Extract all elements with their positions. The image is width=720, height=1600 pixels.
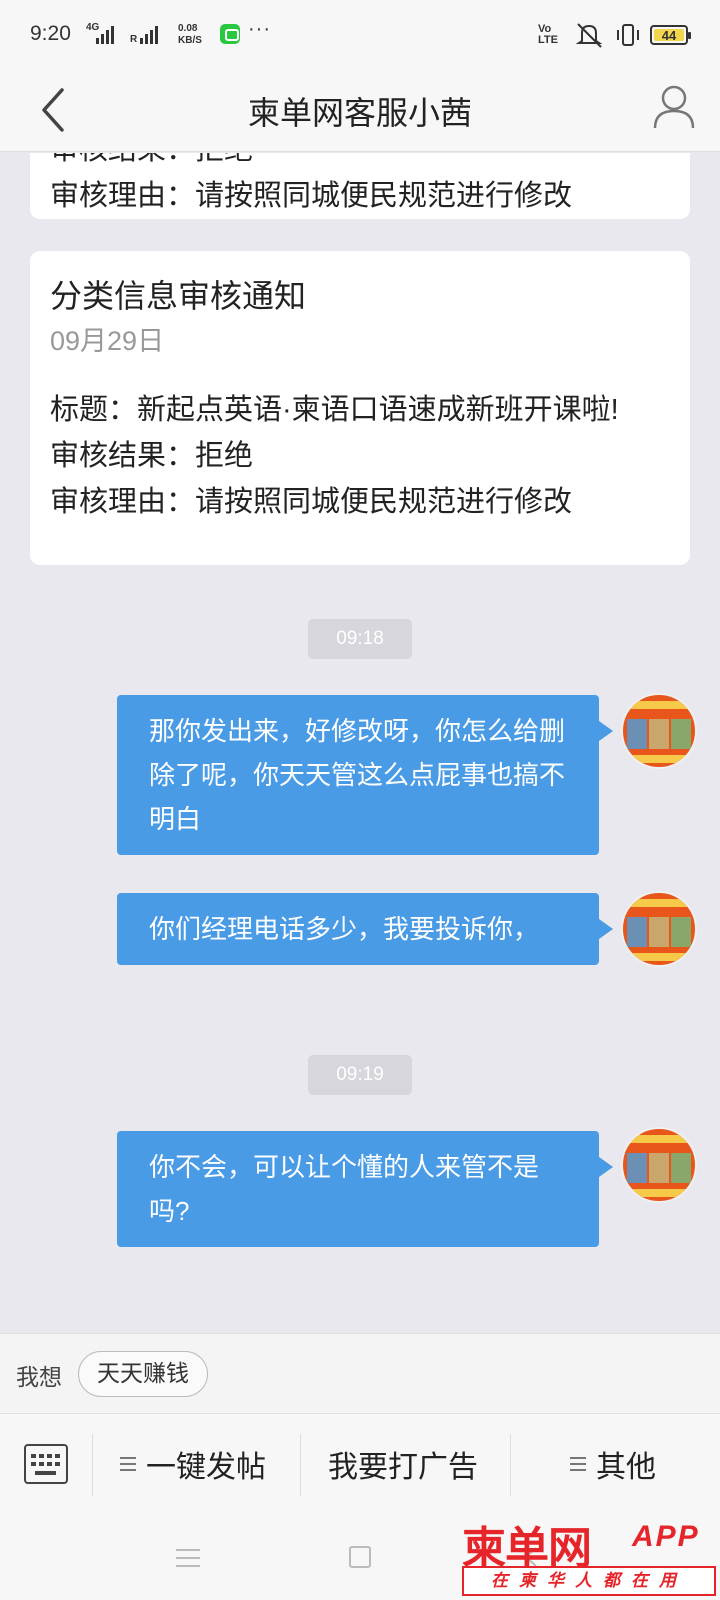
net-speed-value: 0.08 bbox=[178, 23, 198, 34]
card-date: 09月29日 bbox=[50, 326, 165, 356]
keyboard-icon[interactable] bbox=[24, 1444, 68, 1484]
audit-subject-row: 标题： 新起点英语·柬语口语速成新班开课啦! bbox=[50, 387, 670, 433]
user-avatar[interactable] bbox=[621, 1127, 697, 1203]
menu-advertise-button[interactable]: 我要打广告 bbox=[328, 1442, 478, 1486]
watermark-app: APP bbox=[632, 1520, 700, 1553]
audit-subject-value: 新起点英语·柬语口语速成新班开课啦! bbox=[137, 394, 619, 426]
brand-watermark: 柬单网 APP 在柬华人都在用 bbox=[462, 1512, 716, 1598]
vibrate-icon bbox=[617, 24, 639, 46]
more-notifications-icon: ··· bbox=[248, 18, 271, 40]
audit-result-label: 审核结果： bbox=[50, 153, 195, 173]
message-bubble[interactable]: 你们经理电话多少，我要投诉你， bbox=[117, 893, 613, 965]
status-bar: 9:20 4G R 0.08 KB/S ··· Vo LTE 44 bbox=[0, 0, 720, 70]
message-app-icon bbox=[220, 24, 240, 44]
audit-reason-value: 请按照同城便民规范进行修改 bbox=[195, 486, 573, 518]
timestamp-chip: 09:18 bbox=[308, 619, 412, 659]
profile-icon[interactable] bbox=[652, 82, 696, 132]
audit-card-partial: 审核结果： 拒绝 审核理由： 请按照同城便民规范进行修改 bbox=[30, 153, 690, 219]
audit-result-label: 审核结果： bbox=[50, 440, 196, 472]
audit-reason-label: 审核理由： bbox=[50, 180, 196, 212]
timestamp-chip: 09:19 bbox=[308, 1055, 412, 1095]
card-title: 分类信息审核通知 bbox=[50, 278, 307, 314]
audit-subject-label: 标题： bbox=[50, 394, 138, 426]
user-avatar[interactable] bbox=[621, 891, 697, 967]
menu-other-label: 其他 bbox=[596, 1451, 656, 1484]
menu-advertise-label: 我要打广告 bbox=[328, 1451, 478, 1484]
home-icon[interactable] bbox=[349, 1546, 371, 1568]
chat-header: 柬单网客服小茜 bbox=[0, 70, 720, 152]
menu-post-button[interactable]: 一键发帖 bbox=[120, 1442, 266, 1486]
menu-lines-icon bbox=[570, 1457, 586, 1471]
message-bubble[interactable]: 那你发出来，好修改呀，你怎么给删除了呢，你天天管这么点屁事也搞不明白 bbox=[117, 695, 613, 855]
audit-notice-card[interactable]: 分类信息审核通知 09月29日 标题： 新起点英语·柬语口语速成新班开课啦! 审… bbox=[30, 251, 690, 565]
menu-lines-icon bbox=[120, 1457, 136, 1471]
signal-icon bbox=[96, 24, 114, 44]
suggestion-chip[interactable]: 天天赚钱 bbox=[78, 1351, 208, 1397]
audit-result-row: 审核结果： 拒绝 bbox=[50, 433, 670, 479]
audit-result-row: 审核结果： 拒绝 bbox=[50, 153, 670, 173]
suggestion-label: 我想 bbox=[16, 1364, 62, 1390]
audit-reason-label: 审核理由： bbox=[50, 486, 196, 518]
status-time: 9:20 bbox=[30, 22, 71, 45]
bottom-menu: 一键发帖 我要打广告 其他 bbox=[0, 1413, 720, 1517]
volte-indicator: Vo LTE bbox=[538, 23, 558, 46]
page-title: 柬单网客服小茜 bbox=[247, 95, 472, 131]
net-speed-unit: KB/S bbox=[178, 35, 202, 46]
battery-icon: 44 bbox=[650, 25, 691, 45]
signal-icon-2 bbox=[140, 24, 158, 44]
audit-result-value: 拒绝 bbox=[195, 153, 670, 173]
battery-level: 44 bbox=[654, 29, 684, 42]
menu-other-button[interactable]: 其他 bbox=[570, 1442, 656, 1486]
chat-area[interactable]: 审核结果： 拒绝 审核理由： 请按照同城便民规范进行修改 分类信息审核通知 09… bbox=[0, 153, 720, 1333]
audit-reason-row: 审核理由： 请按照同城便民规范进行修改 bbox=[50, 173, 670, 219]
audit-result-value: 拒绝 bbox=[195, 440, 254, 472]
roaming-indicator: R bbox=[130, 34, 138, 45]
user-avatar[interactable] bbox=[621, 693, 697, 769]
watermark-slogan: 在柬华人都在用 bbox=[462, 1566, 716, 1596]
recent-apps-icon[interactable] bbox=[176, 1547, 200, 1569]
mute-icon bbox=[575, 23, 603, 48]
suggestion-bar: 我想 天天赚钱 bbox=[0, 1333, 720, 1413]
audit-reason-value: 请按照同城便民规范进行修改 bbox=[195, 180, 573, 212]
message-bubble[interactable]: 你不会，可以让个懂的人来管不是吗? bbox=[117, 1131, 613, 1247]
menu-post-label: 一键发帖 bbox=[146, 1451, 266, 1484]
audit-reason-row: 审核理由： 请按照同城便民规范进行修改 bbox=[50, 479, 670, 525]
